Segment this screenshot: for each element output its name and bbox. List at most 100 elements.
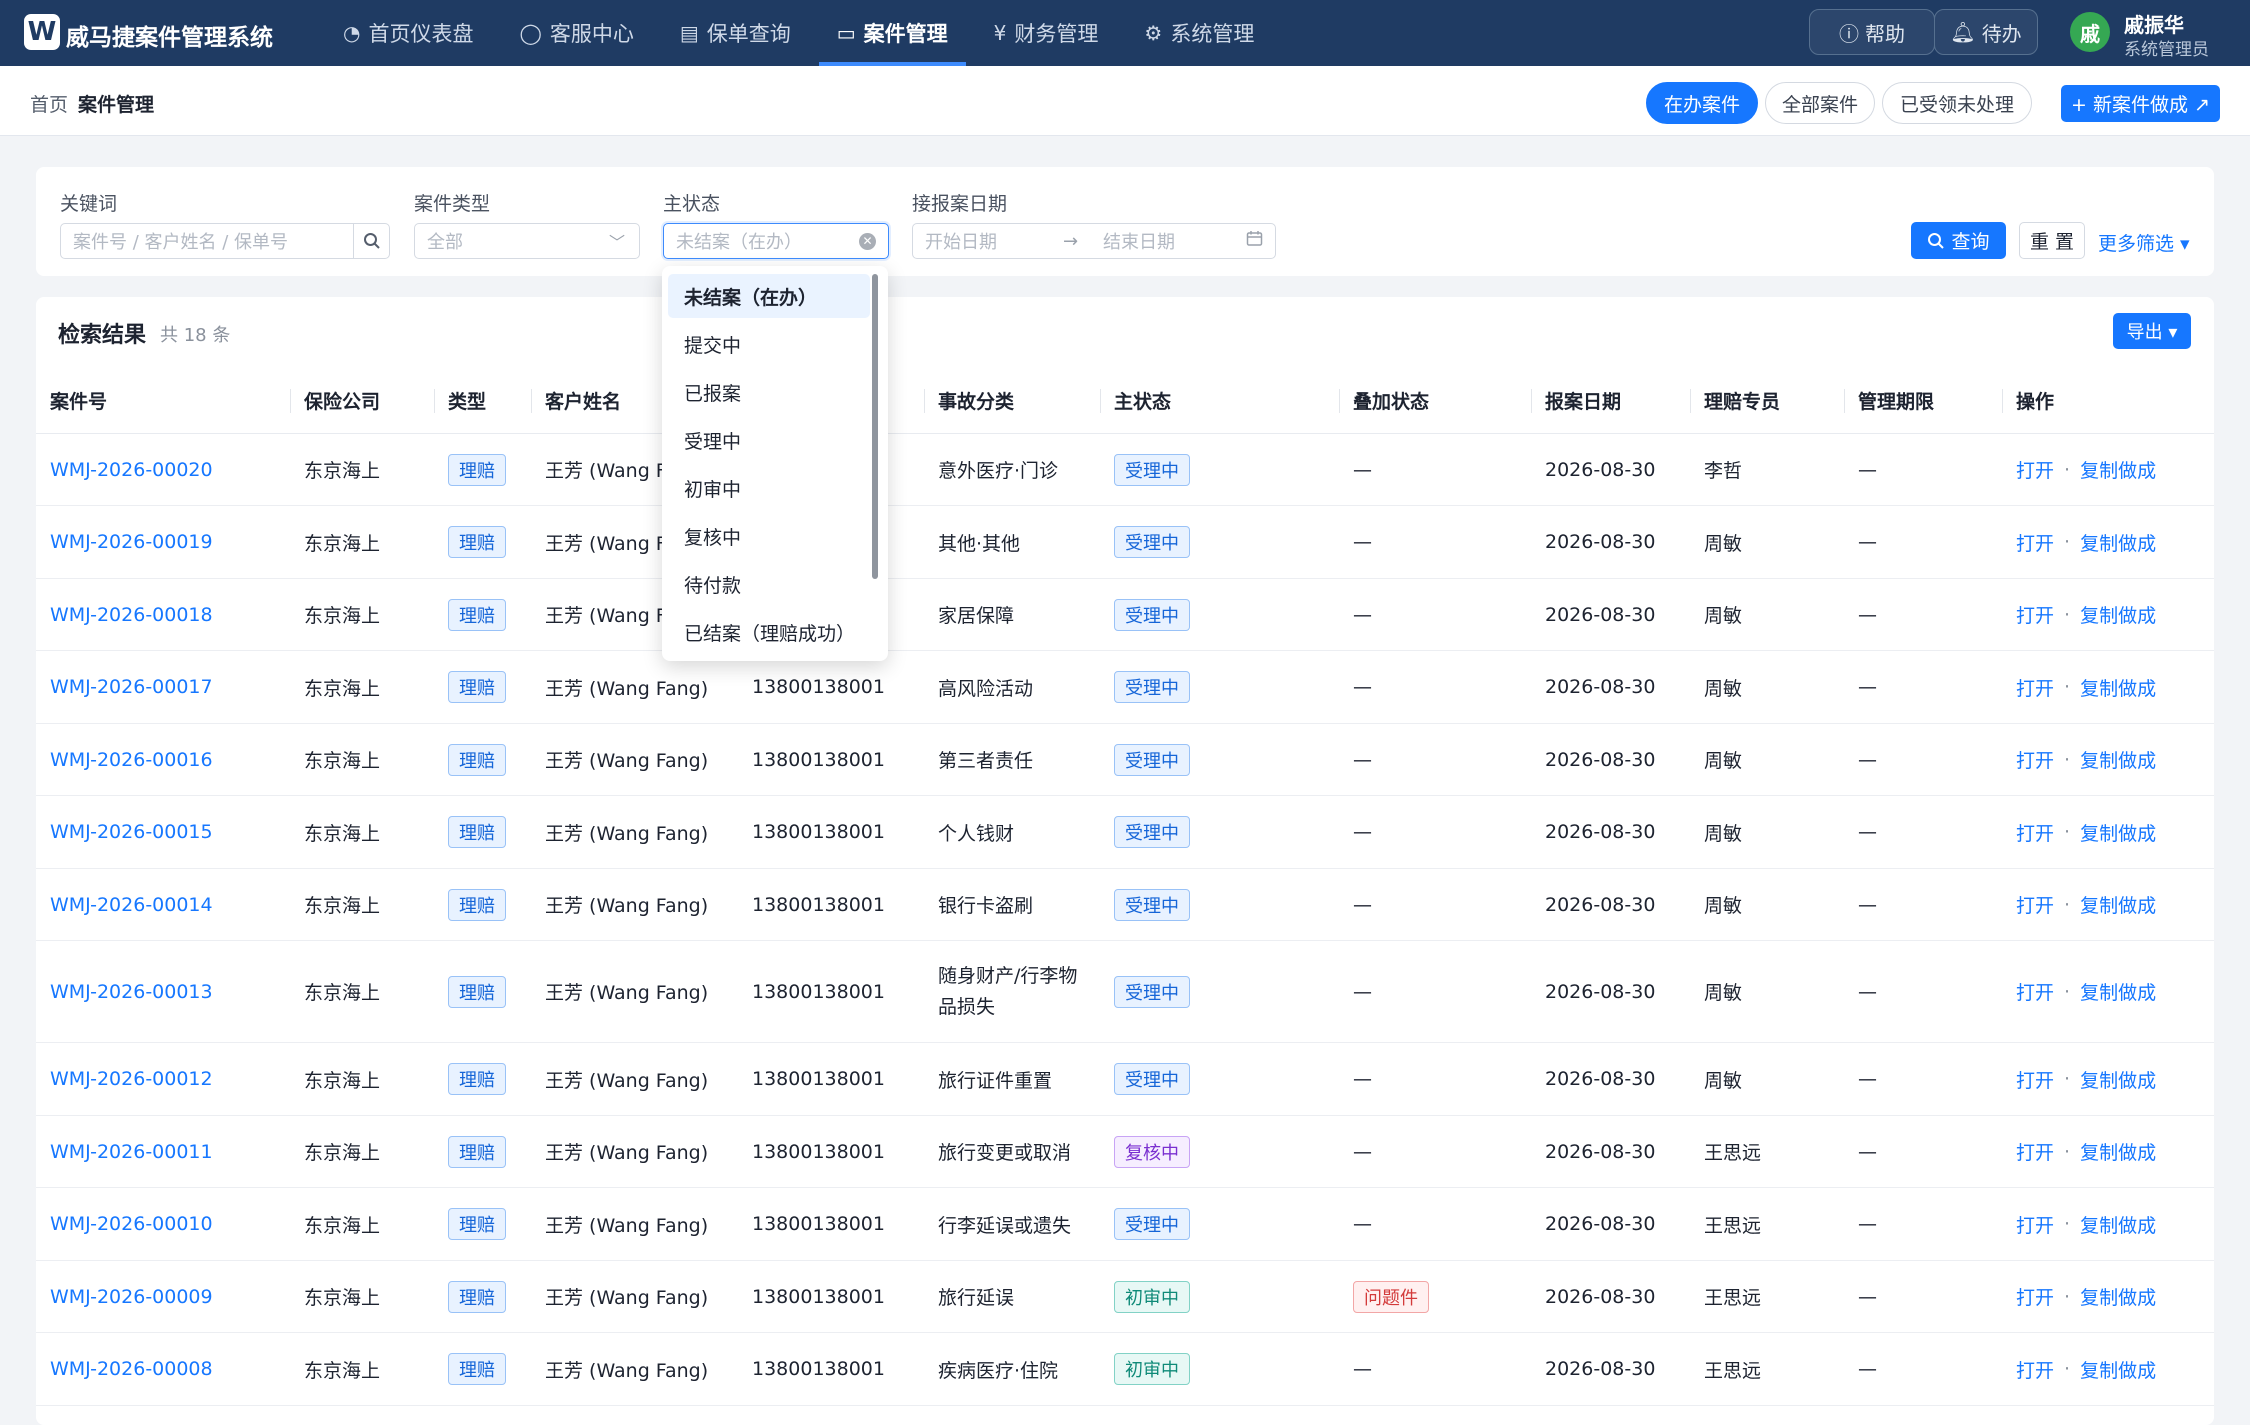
status-option[interactable]: 已结案（理赔成功） [668, 610, 870, 654]
copy-case-link[interactable]: 复制做成 [2080, 978, 2156, 1005]
table-row[interactable]: WMJ-2026-00009 东京海上 理赔 王芳 (Wang Fang) 138001… [36, 1261, 2214, 1333]
breadcrumb-home[interactable]: 首页 [30, 90, 68, 117]
copy-case-link[interactable]: 复制做成 [2080, 529, 2156, 556]
table-row[interactable]: WMJ-2026-00013 东京海上 理赔 王芳 (Wang Fang) 138001… [36, 941, 2214, 1043]
status-option[interactable]: 初审中 [668, 466, 870, 510]
copy-case-link[interactable]: 复制做成 [2080, 1211, 2156, 1238]
case-id-link[interactable]: WMJ-2026-00015 [50, 796, 213, 868]
status-select[interactable]: 未结案（在办） ✕ [663, 223, 889, 259]
open-case-link[interactable]: 打开 [2016, 746, 2054, 773]
case-id-link[interactable]: WMJ-2026-00020 [50, 434, 213, 505]
copy-case-link[interactable]: 复制做成 [2080, 1356, 2156, 1383]
chat-icon: ◯ [519, 21, 542, 45]
report-date-range[interactable]: 开始日期 → 结束日期 [912, 223, 1276, 259]
open-case-link[interactable]: 打开 [2016, 1211, 2054, 1238]
case-id-link[interactable]: WMJ-2026-00016 [50, 724, 213, 795]
copy-case-link[interactable]: 复制做成 [2080, 891, 2156, 918]
phone-cell: 13800138001 [752, 980, 885, 1003]
copy-case-link[interactable]: 复制做成 [2080, 1283, 2156, 1310]
copy-case-link[interactable]: 复制做成 [2080, 1066, 2156, 1093]
help-button[interactable]: ⓘ 帮助 [1809, 9, 1935, 55]
quick-filter-active-cases[interactable]: 在办案件 [1646, 82, 1758, 124]
nav-item-0[interactable]: ◔ 首页仪表盘 [325, 0, 491, 66]
quick-filter-all-cases[interactable]: 全部案件 [1765, 82, 1875, 124]
open-case-link[interactable]: 打开 [2016, 1138, 2054, 1165]
open-case-link[interactable]: 打开 [2016, 1066, 2054, 1093]
deadline-cell: — [1858, 980, 1877, 1003]
type-cell: 理赔 [448, 869, 506, 940]
todo-button[interactable]: 🔔︎ 待办 [1934, 9, 2038, 55]
copy-case-link[interactable]: 复制做成 [2080, 819, 2156, 846]
copy-case-link[interactable]: 复制做成 [2080, 746, 2156, 773]
status-option[interactable]: 未结案（在办） [668, 274, 870, 318]
status-option[interactable]: 受理中 [668, 418, 870, 462]
copy-case-link[interactable]: 复制做成 [2080, 601, 2156, 628]
status-cell: 受理中 [1114, 869, 1190, 940]
case-id-link[interactable]: WMJ-2026-00012 [50, 1043, 213, 1115]
table-row[interactable]: WMJ-2026-00010 东京海上 理赔 王芳 (Wang Fang) 138001… [36, 1188, 2214, 1261]
table-row[interactable]: WMJ-2026-00008 东京海上 理赔 王芳 (Wang Fang) 138001… [36, 1333, 2214, 1406]
case-id-link[interactable]: WMJ-2026-00011 [50, 1116, 213, 1187]
nav-item-1[interactable]: ◯ 客服中心 [501, 0, 651, 66]
table-row[interactable]: WMJ-2026-00016 东京海上 理赔 王芳 (Wang Fang) 138001… [36, 724, 2214, 796]
case-id-link[interactable]: WMJ-2026-00017 [50, 651, 213, 723]
dropdown-scrollbar[interactable] [872, 274, 878, 579]
status-badge: 受理中 [1114, 743, 1190, 776]
table-row[interactable]: WMJ-2026-00020 东京海上 理赔 王芳 (Wang Fang) 意外医疗·门… [36, 434, 2214, 506]
case-id-link[interactable]: WMJ-2026-00014 [50, 869, 213, 940]
customer-cell: 王芳 (Wang Fang) [545, 1069, 709, 1092]
customer-cell: 王芳 (Wang Fang) [545, 1214, 709, 1237]
status-option[interactable]: 复核中 [668, 514, 870, 558]
search-button[interactable]: 查询 [1911, 222, 2006, 259]
open-case-link[interactable]: 打开 [2016, 978, 2054, 1005]
nav-item-4[interactable]: ¥ 财务管理 [976, 0, 1117, 66]
status-option[interactable]: 已报案 [668, 370, 870, 414]
case-id-link[interactable]: WMJ-2026-00013 [50, 941, 213, 1042]
status-option[interactable]: 提交中 [668, 322, 870, 366]
more-filters-link[interactable]: 更多筛选 ▾ [2098, 229, 2190, 256]
open-case-link[interactable]: 打开 [2016, 456, 2054, 483]
open-case-link[interactable]: 打开 [2016, 891, 2054, 918]
status-cell: 受理中 [1114, 941, 1190, 1042]
table-row[interactable]: WMJ-2026-00018 东京海上 理赔 王芳 (Wang Fang) 家居保障 受理… [36, 579, 2214, 651]
case-id-link[interactable]: WMJ-2026-00009 [50, 1261, 213, 1332]
open-case-link[interactable]: 打开 [2016, 529, 2054, 556]
case-id-link[interactable]: WMJ-2026-00010 [50, 1188, 213, 1260]
case-id-link[interactable]: WMJ-2026-00019 [50, 506, 213, 578]
nav-item-3[interactable]: ▭ 案件管理 [818, 0, 966, 66]
copy-case-link[interactable]: 复制做成 [2080, 456, 2156, 483]
new-case-button[interactable]: + 新案件做成 ↗ [2061, 85, 2220, 122]
table-row[interactable]: WMJ-2026-00019 东京海上 理赔 王芳 (Wang Fang) 其他·其他受… [36, 506, 2214, 579]
export-button[interactable]: 导出 ▾ [2113, 313, 2191, 349]
clear-icon[interactable]: ✕ [859, 232, 876, 250]
open-case-link[interactable]: 打开 [2016, 1283, 2054, 1310]
report-date-cell: 2026-08-30 [1545, 821, 1656, 843]
table-row[interactable]: WMJ-2026-00014 东京海上 理赔 王芳 (Wang Fang) 138001… [36, 869, 2214, 941]
open-case-link[interactable]: 打开 [2016, 674, 2054, 701]
open-case-link[interactable]: 打开 [2016, 819, 2054, 846]
case-id-link[interactable]: WMJ-2026-00018 [50, 579, 213, 650]
quick-filter-unprocessed[interactable]: 已受领未处理 [1882, 82, 2032, 124]
keyword-input[interactable]: 案件号 / 客户姓名 / 保单号 [60, 223, 390, 259]
avatar[interactable]: 戚 [2070, 12, 2110, 52]
open-case-link[interactable]: 打开 [2016, 1356, 2054, 1383]
copy-case-link[interactable]: 复制做成 [2080, 674, 2156, 701]
table-row[interactable]: WMJ-2026-00017 东京海上 理赔 王芳 (Wang Fang) 138001… [36, 651, 2214, 724]
nav-item-5[interactable]: ⚙ 系统管理 [1126, 0, 1272, 66]
category-cell: 旅行延误 [938, 1287, 1015, 1309]
search-icon[interactable] [353, 224, 389, 258]
reset-button[interactable]: 重 置 [2019, 222, 2085, 259]
table-row[interactable]: WMJ-2026-00011 东京海上 理赔 王芳 (Wang Fang) 138001… [36, 1116, 2214, 1188]
end-date-placeholder[interactable]: 结束日期 [1103, 228, 1175, 254]
status-option[interactable]: 待付款 [668, 562, 870, 606]
copy-case-link[interactable]: 复制做成 [2080, 1138, 2156, 1165]
nav-item-2[interactable]: ▤ 保单查询 [662, 0, 809, 66]
start-date-placeholder[interactable]: 开始日期 [925, 228, 997, 254]
extra-status-cell: — [1353, 1188, 1372, 1260]
case-type-select[interactable]: 全部 ﹀ [414, 223, 640, 259]
open-case-link[interactable]: 打开 [2016, 601, 2054, 628]
case-id-link[interactable]: WMJ-2026-00008 [50, 1333, 213, 1405]
table-row[interactable]: WMJ-2026-00012 东京海上 理赔 王芳 (Wang Fang) 138001… [36, 1043, 2214, 1116]
app-logo-icon[interactable]: W [24, 14, 60, 50]
table-row[interactable]: WMJ-2026-00015 东京海上 理赔 王芳 (Wang Fang) 138001… [36, 796, 2214, 869]
